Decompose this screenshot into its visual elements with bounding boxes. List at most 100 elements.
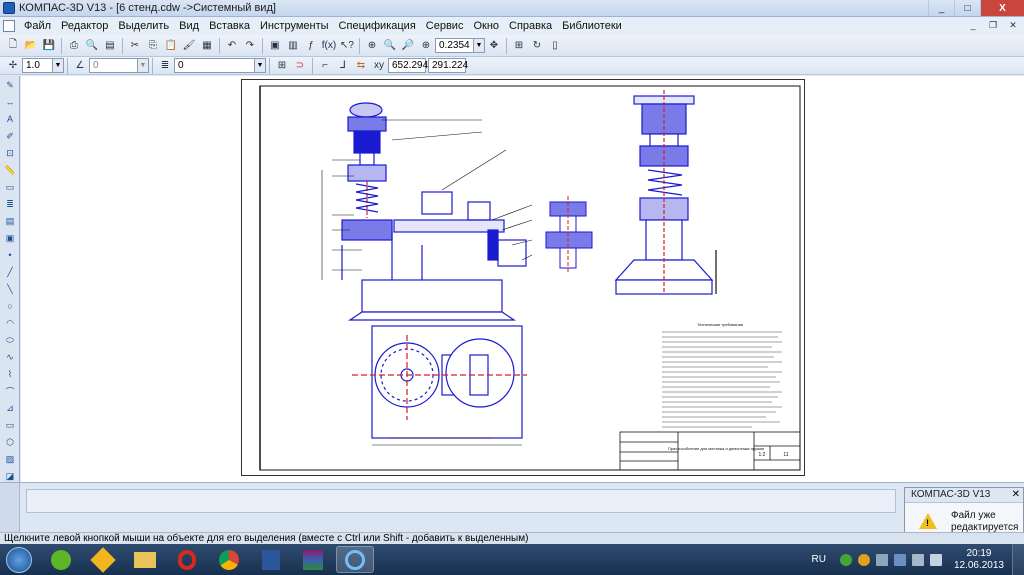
kompas-app-icon[interactable] [3,2,15,14]
zoom-scale-icon[interactable]: ⊕ [418,38,434,54]
show-desktop-button[interactable] [1012,544,1024,575]
new-document-icon[interactable]: 🗋 [5,38,21,54]
print-icon[interactable]: ⎙ [66,38,82,54]
doc-minimize-button[interactable]: _ [966,18,980,32]
circle-icon[interactable]: ○ [2,298,18,314]
spline-icon[interactable]: ∿ [2,349,18,365]
drawing-sheet[interactable]: Технические требования Приспособление дл… [241,79,805,476]
measure-icon[interactable]: 📏 [2,162,18,178]
copy-icon[interactable]: ⎘ [145,38,161,54]
menu-insert[interactable]: Вставка [204,20,255,32]
select-icon[interactable]: ▭ [2,179,18,195]
fillet-icon[interactable]: ⌒ [2,383,18,399]
menu-view[interactable]: Вид [174,20,204,32]
taskbar-explorer[interactable] [126,546,164,573]
tray-info-icon[interactable] [857,553,870,566]
grid-icon[interactable]: ⊞ [274,58,290,74]
minimize-button[interactable]: _ [928,0,954,16]
taskbar-media[interactable] [84,546,122,573]
refresh-icon[interactable]: ↻ [529,38,545,54]
document-icon[interactable] [3,20,15,32]
aux-line-icon[interactable]: ╱ [2,264,18,280]
chevron-down-icon[interactable]: ▼ [254,59,265,72]
menu-help[interactable]: Справка [504,20,557,32]
snap-icon[interactable]: ⊃ [292,58,308,74]
help-pointer-icon[interactable]: ↖? [339,38,355,54]
language-indicator[interactable]: RU [811,554,825,565]
insert-icon[interactable]: ▣ [2,230,18,246]
menu-window[interactable]: Окно [468,20,504,32]
clock[interactable]: 20:19 12.06.2013 [954,548,1004,572]
taskbar-word[interactable] [252,546,290,573]
ellipse-icon[interactable]: ⬭ [2,332,18,348]
local-cs-icon[interactable]: ⌐ [317,58,333,74]
segment-icon[interactable]: ╲ [2,281,18,297]
layer-combo[interactable]: 0 ▼ [174,58,266,73]
chamfer-icon[interactable]: ⊿ [2,400,18,416]
hatch-icon[interactable]: ▨ [2,451,18,467]
parameters-icon[interactable]: ⊡ [2,145,18,161]
redo-icon[interactable]: ↷ [242,38,258,54]
geometry-icon[interactable]: ✎ [2,77,18,93]
zoom-window-icon[interactable]: ⊕ [364,38,380,54]
taskbar-kompas[interactable] [336,546,374,573]
maximize-button[interactable]: □ [954,0,980,16]
coord-x-field[interactable]: 652.294 [388,58,428,73]
show-all-icon[interactable]: ⊞ [511,38,527,54]
taskbar-chrome[interactable] [210,546,248,573]
menu-service[interactable]: Сервис [421,20,469,32]
doc-restore-button[interactable]: ❐ [986,18,1000,32]
polyline-icon[interactable]: ⌇ [2,366,18,382]
pan-icon[interactable]: ✥ [486,38,502,54]
cursor-step-icon[interactable]: ✢ [5,58,21,74]
zoom-combo[interactable]: 0.2354 ▼ [435,38,485,53]
reports-icon[interactable]: ▤ [2,213,18,229]
dimensions-icon[interactable]: ↔ [2,94,18,110]
chevron-down-icon[interactable]: ▼ [52,59,63,72]
edit-icon[interactable]: ✐ [2,128,18,144]
format-painter-icon[interactable]: 🖌 [181,38,197,54]
library-icon[interactable]: ▥ [285,38,301,54]
stamp-icon[interactable]: ▤ [102,38,118,54]
symbols-icon[interactable]: A [2,111,18,127]
taskbar-winrar[interactable] [294,546,332,573]
drawing-area[interactable]: Технические требования Приспособление дл… [21,76,1024,482]
zoom-out-icon[interactable]: 🔎 [400,38,416,54]
angle-combo[interactable]: 0 ▼ [89,58,149,73]
taskbar-opera[interactable] [168,546,206,573]
panel-grip[interactable] [0,483,20,533]
spec-icon[interactable]: ≣ [2,196,18,212]
tray-app-icon[interactable] [839,553,852,566]
variables-icon[interactable]: ƒ [303,38,319,54]
zoom-in-icon[interactable]: 🔍 [382,38,398,54]
ortho-icon[interactable]: ⅃ [335,58,351,74]
menu-tools[interactable]: Инструменты [255,20,334,32]
previous-view-icon[interactable]: ▯ [547,38,563,54]
close-button[interactable]: X [980,0,1024,16]
cut-icon[interactable]: ✂ [127,38,143,54]
polygon-icon[interactable]: ⬡ [2,434,18,450]
tray-power-icon[interactable] [911,553,924,566]
doc-close-button[interactable]: ✕ [1006,18,1020,32]
rectangle-icon[interactable]: ▭ [2,417,18,433]
start-button[interactable] [6,546,32,573]
manager-icon[interactable]: ▣ [267,38,283,54]
taskbar-utorrent[interactable] [42,546,80,573]
tray-volume-icon[interactable] [929,553,942,566]
menu-file[interactable]: Файл [19,20,56,32]
arc-icon[interactable]: ◠ [2,315,18,331]
tray-network-icon[interactable] [875,553,888,566]
preview-icon[interactable]: 🔍 [84,38,100,54]
paste-icon[interactable]: 📋 [163,38,179,54]
chevron-down-icon[interactable]: ▼ [473,39,484,52]
menu-libraries[interactable]: Библиотеки [557,20,627,32]
tray-flag-icon[interactable] [893,553,906,566]
step-combo[interactable]: 1.0 ▼ [22,58,64,73]
properties-icon[interactable]: ▦ [199,38,215,54]
function-icon[interactable]: f(x) [321,38,337,54]
point-icon[interactable]: • [2,247,18,263]
coord-y-field[interactable]: 291.224 [428,58,468,73]
panel-field[interactable] [26,489,896,513]
open-icon[interactable]: 📂 [23,38,39,54]
angle-icon[interactable]: ∠ [72,58,88,74]
